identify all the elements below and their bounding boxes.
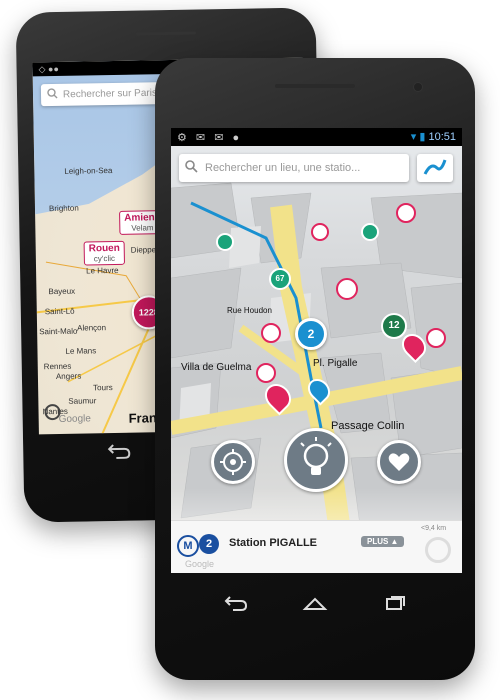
place-label: Angers	[55, 371, 82, 382]
place-label: Saint-Malo	[39, 326, 78, 337]
wave-logo-icon	[423, 159, 447, 175]
station-bar[interactable]: M 2 Station PIGALLE PLUS ▲ <9,4 km Googl…	[171, 520, 462, 573]
line-number: 2	[205, 538, 213, 550]
lightbulb-icon	[300, 437, 332, 475]
bike-station-marker[interactable]	[311, 223, 329, 241]
distance-gauge	[425, 537, 451, 563]
suggest-button[interactable]	[284, 428, 348, 492]
marker-label: 67	[275, 274, 285, 283]
place-label: Saumur	[68, 396, 97, 406]
front-map-screen[interactable]: ⚙ ✉ ✉ ● ▾ ▮ 10:51 Rechercher un lieu, un…	[171, 128, 462, 573]
metro-2-marker[interactable]: 2	[295, 318, 327, 350]
card-operator: cy'clic	[93, 253, 116, 264]
place-label: Saint-Lô	[44, 306, 75, 317]
back-icon[interactable]	[104, 443, 132, 459]
front-search-placeholder: Rechercher un lieu, une statio...	[205, 162, 361, 174]
app-logo-button[interactable]	[417, 154, 453, 182]
green-station-marker[interactable]	[216, 233, 234, 251]
search-icon	[185, 160, 198, 176]
locate-button[interactable]	[211, 440, 255, 484]
green-station-marker[interactable]	[361, 223, 379, 241]
line-67-marker[interactable]: 67	[269, 268, 291, 290]
place-label: Bayeux	[48, 286, 76, 297]
place-label: Alençon	[77, 323, 107, 333]
favorites-button[interactable]	[377, 440, 421, 484]
plus-label: PLUS ▲	[367, 537, 399, 546]
station-name: Station PIGALLE	[229, 537, 317, 549]
place-label: Brighton	[48, 203, 79, 214]
front-nav-bar	[195, 588, 435, 618]
marker-label: 2	[307, 327, 315, 341]
line-12-marker[interactable]: 12	[381, 313, 407, 339]
card-city: Rouen	[88, 242, 120, 255]
front-search-bar[interactable]: Rechercher un lieu, une statio...	[179, 154, 409, 182]
place-label: Rennes	[43, 361, 72, 372]
place-label: Le Havre	[86, 265, 119, 276]
place-label: Le Mans	[65, 346, 97, 356]
place-label: Tours	[93, 383, 113, 393]
marker-label: 12	[388, 320, 400, 331]
heart-icon	[388, 453, 410, 471]
line-badge: 2	[199, 534, 219, 554]
metro-badge: M	[177, 535, 199, 557]
distance-label: <9,4 km	[421, 525, 447, 532]
bike-station-marker[interactable]	[396, 203, 416, 223]
street-label: Villa de Guelma	[181, 362, 252, 373]
street-label: Pl. Pigalle	[313, 358, 358, 369]
back-icon[interactable]	[221, 595, 249, 611]
back-speaker	[16, 21, 316, 46]
bike-station-marker[interactable]	[256, 363, 276, 383]
google-watermark: Google	[185, 559, 215, 569]
plus-button[interactable]: PLUS ▲	[361, 536, 405, 547]
front-phone: ⚙ ✉ ✉ ● ▾ ▮ 10:51 Rechercher un lieu, un…	[155, 58, 475, 680]
metro-letter: M	[183, 540, 193, 552]
google-watermark: Google	[58, 413, 92, 425]
front-speaker	[275, 84, 355, 88]
city-card-rouen[interactable]: Rouen cy'clic	[83, 240, 126, 266]
bike-station-marker[interactable]	[261, 323, 281, 343]
recent-apps-icon[interactable]	[381, 595, 409, 611]
target-icon	[220, 449, 246, 475]
front-camera	[413, 82, 423, 92]
street-label: Rue Houdon	[227, 306, 272, 315]
bike-station-marker[interactable]	[426, 328, 446, 348]
bike-station-marker[interactable]	[336, 278, 358, 300]
place-label: Leigh-on-Sea	[64, 165, 113, 176]
place-label: Dieppe	[130, 245, 157, 255]
home-icon[interactable]	[301, 595, 329, 611]
